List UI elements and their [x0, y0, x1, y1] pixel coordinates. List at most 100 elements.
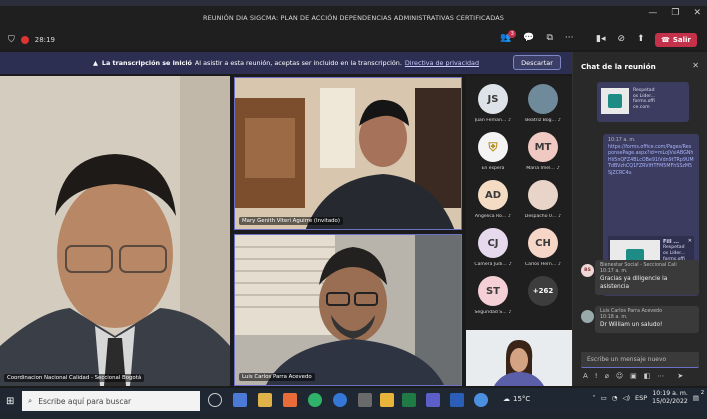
network-icon[interactable]: ◔: [612, 394, 618, 402]
roster-name: Despacho 0...: [524, 214, 557, 219]
app-icon[interactable]: [474, 393, 488, 407]
roster-name: Beatriz Bog...: [525, 118, 556, 123]
mic-off-icon[interactable]: ⊘: [617, 34, 625, 44]
mic-off-icon: ♪: [558, 214, 562, 219]
file-explorer-icon[interactable]: [258, 393, 272, 407]
more-participants[interactable]: +262: [518, 276, 568, 326]
notification-count: 2: [700, 390, 704, 397]
weather-widget[interactable]: ☁ 15°C: [503, 395, 530, 403]
app-icon[interactable]: [358, 393, 372, 407]
chat-input-placeholder: Escribe un mensaje nuevo: [587, 356, 667, 363]
share-icon[interactable]: ⬆: [637, 34, 645, 44]
avatar-initials: JS: [487, 93, 499, 105]
close-icon[interactable]: ✕: [688, 238, 692, 244]
roster-item[interactable]: AD Angelica Ro... ♪: [468, 180, 518, 230]
roster-item[interactable]: CJ Camera Judi... ♪: [468, 228, 518, 278]
roster-item[interactable]: MT Maria Imel... ♪: [518, 132, 568, 182]
notification-icon[interactable]: ▤ 2: [693, 390, 704, 402]
more-count: +262: [532, 287, 554, 295]
participants-icon[interactable]: 👥 3: [500, 30, 517, 43]
attach-icon[interactable]: ⌀: [605, 372, 609, 380]
close-icon[interactable]: ✕: [693, 8, 701, 18]
roster-item[interactable]: CH Carlos Hern... ♪: [518, 228, 568, 278]
window-title-bar: REUNIÓN DIA SIGCMA: PLAN DE ACCIÓN DEPEN…: [0, 6, 707, 30]
task-view-icon[interactable]: [208, 393, 222, 407]
edge-icon[interactable]: [333, 393, 347, 407]
sticker-icon[interactable]: ◧: [644, 372, 651, 380]
avatar: BS: [581, 264, 594, 277]
camera-icon[interactable]: ▮◂: [596, 34, 605, 44]
windows-start-icon[interactable]: ⊞: [6, 396, 14, 407]
rooms-icon[interactable]: ⧉: [546, 33, 552, 43]
video-tile-speaker[interactable]: Luis Carlos Parra Acevedo: [234, 234, 462, 386]
taskbar-search[interactable]: ⌕ Escribe aquí para buscar: [22, 391, 200, 411]
dismiss-label: Descartar: [521, 58, 553, 67]
crest-icon: ⛨: [488, 139, 498, 154]
message-text: Gracias ya diligencie la asistencia: [600, 275, 668, 290]
roster-item[interactable]: JS Juan Fernan... ♪: [468, 84, 518, 134]
leave-button[interactable]: ☎ Salir: [655, 33, 697, 47]
video-tile-small[interactable]: [466, 330, 572, 386]
chevron-up-icon[interactable]: ˄: [592, 394, 595, 402]
chrome-icon[interactable]: [308, 393, 322, 407]
format-icon[interactable]: A: [583, 372, 588, 380]
leave-label: Salir: [672, 36, 691, 44]
maximize-icon[interactable]: ❐: [671, 8, 679, 18]
participant-name-label: Coordinacion Nacional Calidad - Secciona…: [4, 374, 145, 382]
form-card-text: Respetad os Líder... forms.offi ce.com: [633, 88, 655, 111]
roster-item[interactable]: ⛨ En espera: [468, 132, 518, 182]
video-tile-guest[interactable]: Mary Genith Viteri Aguirre (Invitado): [234, 77, 462, 230]
important-icon[interactable]: !: [595, 372, 598, 380]
participant-name-label: Luis Carlos Parra Acevedo: [239, 373, 315, 381]
avatar-initials: CJ: [487, 237, 499, 249]
teams-icon[interactable]: [426, 393, 440, 407]
participant-video: [235, 78, 461, 229]
emoji-icon[interactable]: ☺: [616, 372, 623, 380]
close-icon[interactable]: ✕: [692, 61, 699, 70]
privacy-link[interactable]: Directiva de privacidad: [405, 59, 479, 67]
gif-icon[interactable]: ▣: [630, 372, 637, 380]
participants-badge: 3: [508, 30, 517, 38]
message-text: Dr William un saludo!: [600, 321, 663, 328]
clock[interactable]: 10:19 a. m. 15/02/2022: [652, 390, 688, 406]
chat-input[interactable]: Escribe un mensaje nuevo: [581, 352, 699, 368]
more-icon[interactable]: ⋯: [657, 372, 664, 380]
mic-off-icon: ♪: [558, 262, 562, 267]
chat-message: Luis Carlos Parra Acevedo 10:18 a. m. Dr…: [595, 306, 699, 333]
roster-name: Camera Judi...: [474, 262, 507, 267]
roster-item[interactable]: Despacho 0... ♪: [518, 180, 568, 230]
participant-video: [466, 330, 572, 386]
roster-name: Juan Fernan...: [474, 118, 507, 123]
transcription-banner: ▲ La transcripción se inició Al asistir …: [0, 52, 572, 74]
volume-icon[interactable]: ◁): [622, 394, 630, 402]
card-line: ce.com: [633, 105, 650, 111]
app-icon[interactable]: [283, 393, 297, 407]
mic-off-icon: ♪: [508, 214, 512, 219]
send-icon[interactable]: ➤: [677, 372, 683, 380]
roster-item[interactable]: Beatriz Bog... ♪: [518, 84, 568, 134]
system-tray: ˄ ▭ ◔ ◁) ESP 10:19 a. m. 15/02/2022 ▤ 2: [592, 390, 704, 406]
mic-off-icon: ♪: [557, 118, 561, 123]
chat-toolbar: A ! ⌀ ☺ ▣ ◧ ⋯ ➤: [583, 372, 703, 380]
form-link[interactable]: https://forms.office.com/Pages/ResponseP…: [608, 145, 694, 177]
app-icon[interactable]: [233, 393, 247, 407]
more-icon[interactable]: ···: [565, 33, 574, 43]
shield-icon[interactable]: ⛉: [8, 35, 15, 45]
battery-icon[interactable]: ▭: [601, 394, 607, 402]
excel-icon[interactable]: [402, 393, 416, 407]
lightning-icon[interactable]: [380, 393, 394, 407]
video-tile-main[interactable]: Coordinacion Nacional Calidad - Secciona…: [0, 76, 230, 386]
clock-time: 10:19 a. m.: [652, 390, 688, 397]
roster-item[interactable]: ST Seguridad S... ♪: [468, 276, 518, 326]
avatar: ST: [478, 276, 508, 306]
dismiss-button[interactable]: Descartar: [513, 55, 561, 70]
minimize-icon[interactable]: —: [648, 8, 657, 18]
chat-icon[interactable]: 💬: [523, 33, 534, 43]
av-controls: ▮◂ ⊘ ⬆: [596, 34, 645, 44]
card-line: Respetad: [633, 88, 655, 93]
language-indicator[interactable]: ESP: [635, 394, 647, 402]
roster-name: Carlos Hern...: [524, 262, 557, 267]
word-icon[interactable]: [450, 393, 464, 407]
avatar: JS: [478, 84, 508, 114]
form-card[interactable]: Respetad os Líder... forms.offi ce.com: [597, 82, 689, 122]
